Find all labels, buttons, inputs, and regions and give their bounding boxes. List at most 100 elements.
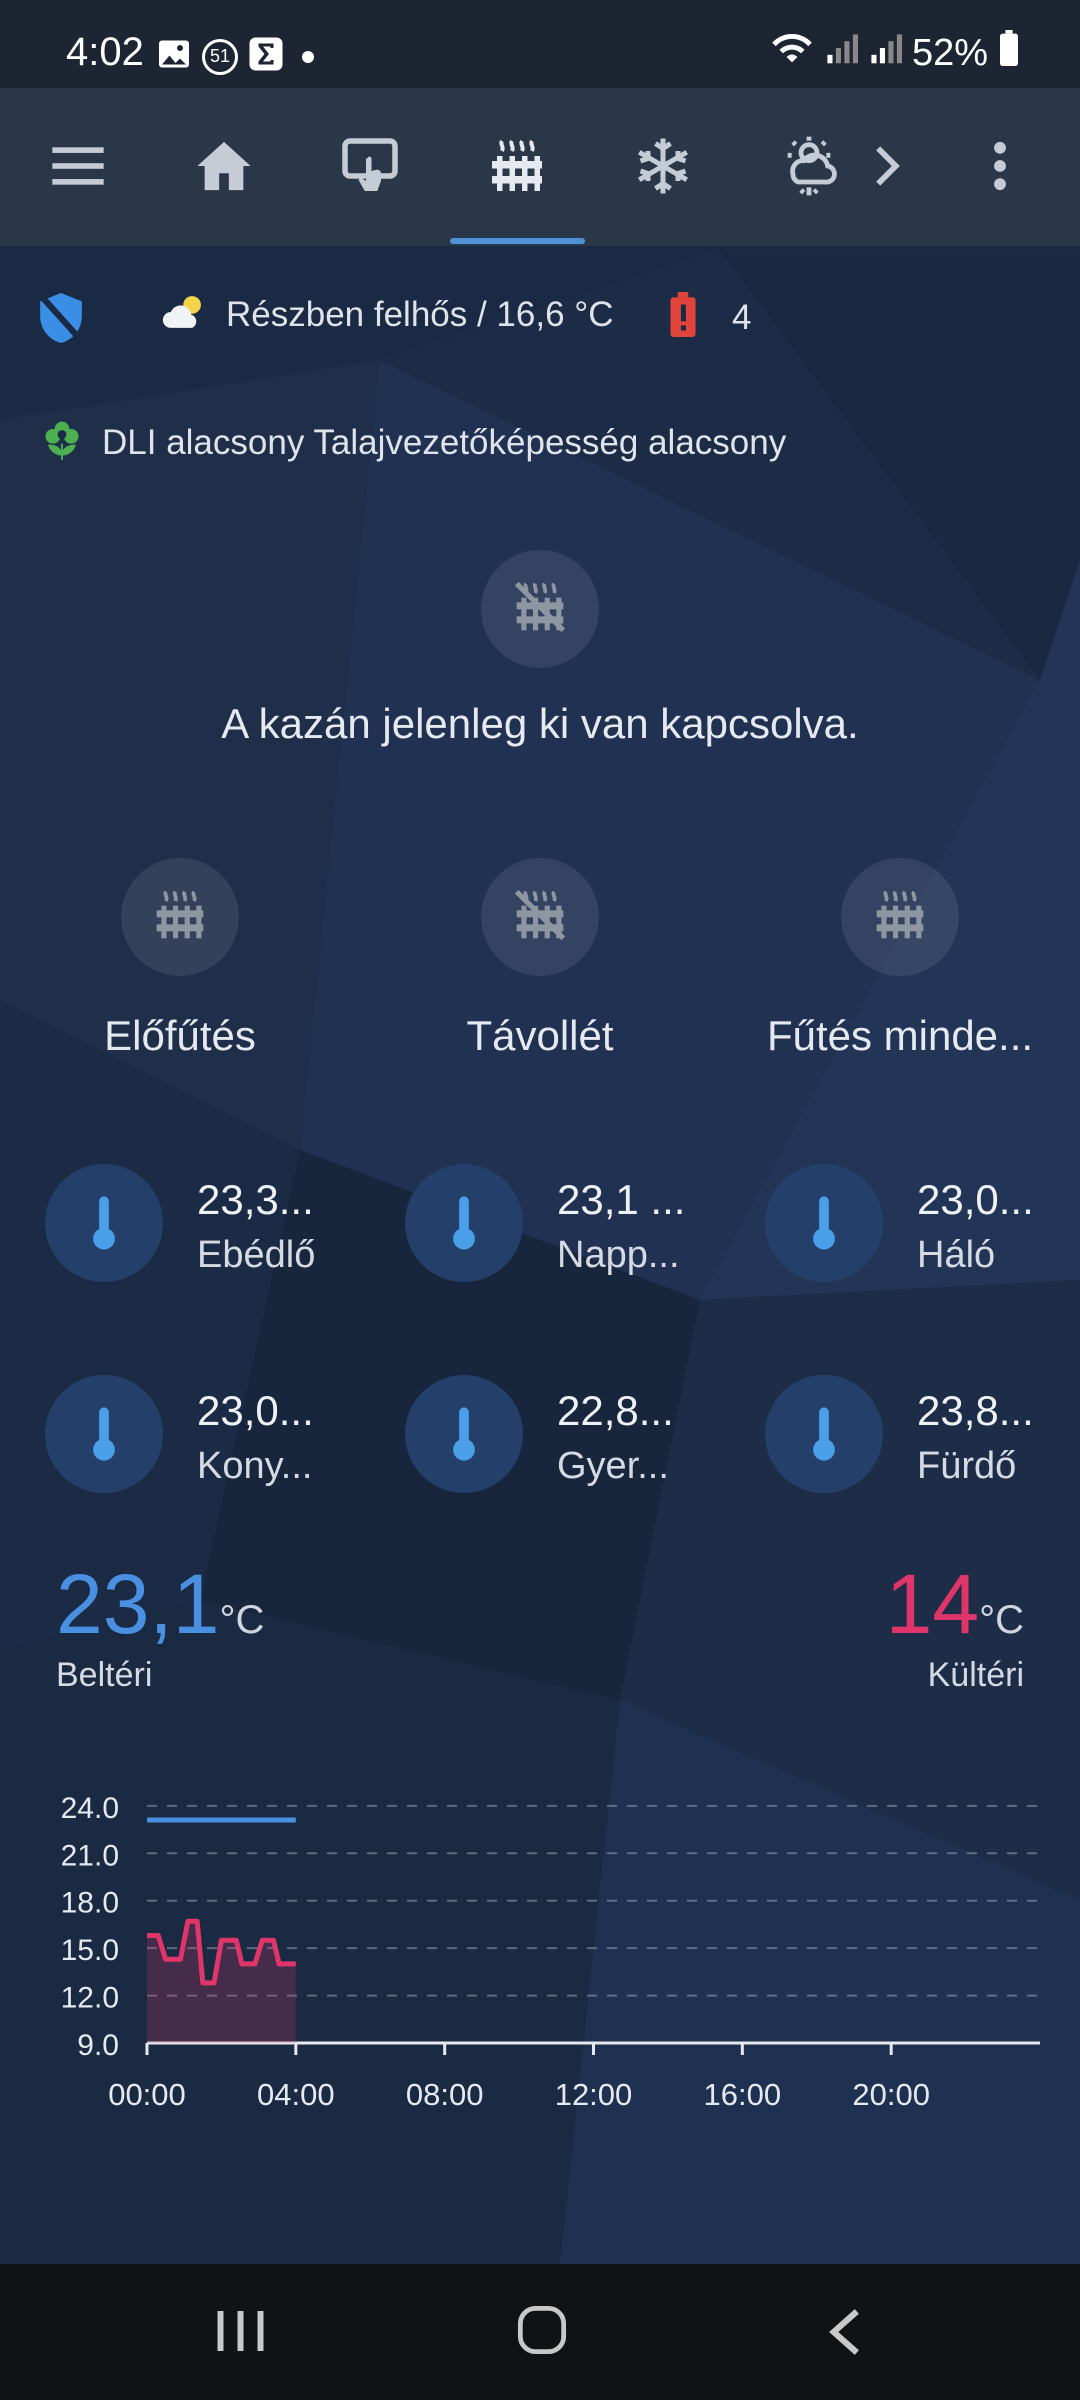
sensor-name: Kony... [197, 1445, 313, 1487]
sensor-tile-kitchen[interactable]: 23,0... Kony... [45, 1375, 385, 1505]
sensor-value: 23,8... [917, 1387, 1034, 1434]
top-navigation [0, 88, 1080, 246]
status-bar: 4:02 51 52% [0, 0, 1080, 88]
status-time: 4:02 [66, 30, 144, 74]
y-tick-label: 12.0 [61, 1982, 119, 2015]
outdoor-temp-unit: °C [979, 1598, 1024, 1642]
battery-icon [998, 30, 1020, 76]
security-badge[interactable] [36, 290, 86, 351]
sensor-name: Háló [917, 1234, 996, 1276]
battery-alert-count: 4 [732, 297, 752, 337]
radiator-icon [487, 136, 547, 201]
sensor-tile-bedroom[interactable]: 23,0... Háló [765, 1164, 1080, 1294]
wifi-icon [770, 30, 814, 76]
x-tick-label: 12:00 [555, 2077, 633, 2112]
battery-alert-icon [668, 292, 698, 343]
outdoor-temperature[interactable]: 14°C Kültéri [886, 1562, 1024, 1695]
battery-alert-badge[interactable]: 4 [668, 292, 751, 343]
shield-off-icon [36, 293, 86, 350]
boiler-message: A kazán jelenleg ki van kapcsolva. [221, 700, 859, 747]
sensor-tile-dining[interactable]: 23,3... Ebédlő [45, 1164, 385, 1294]
thermometer-icon [405, 1164, 523, 1282]
scroll-tabs-button[interactable] [852, 118, 922, 218]
preheat-mode-button[interactable] [121, 858, 239, 976]
x-tick-label: 16:00 [704, 2077, 782, 2112]
tab-touch-screen[interactable] [320, 118, 420, 218]
flower-icon [40, 418, 84, 467]
sensor-name: Napp... [557, 1234, 680, 1276]
indoor-temperature[interactable]: 23,1°C Beltéri [56, 1562, 264, 1695]
radiator-icon [872, 887, 928, 948]
indoor-temp-label: Beltéri [56, 1656, 153, 1694]
x-tick-label: 00:00 [108, 2077, 186, 2112]
outdoor-temp-value: 14 [885, 1557, 980, 1651]
sensor-name: Fürdő [917, 1445, 1017, 1487]
y-tick-label: 24.0 [61, 1792, 119, 1825]
snowflake-icon [633, 136, 693, 201]
sensor-tile-kids[interactable]: 22,8... Gyer... [405, 1375, 745, 1505]
back-button[interactable] [826, 2306, 862, 2363]
plant-status-badge[interactable]: DLI alacsony Talajvezetőképesség alacson… [40, 418, 786, 467]
touch-screen-icon [340, 136, 400, 201]
plant-status-text: DLI alacsony Talajvezetőképesség alacson… [102, 422, 787, 462]
dot-icon [302, 50, 314, 63]
y-tick-label: 9.0 [77, 2029, 119, 2062]
sensor-value: 23,3... [197, 1176, 314, 1223]
active-tab-indicator [450, 238, 585, 244]
thermometer-icon [765, 1164, 883, 1282]
weather-snow-icon [777, 134, 841, 203]
tab-heating[interactable] [467, 118, 567, 218]
indoor-temp-unit: °C [219, 1598, 265, 1642]
x-tick-label: 20:00 [852, 2077, 930, 2112]
weather-text: Részben felhős / 16,6 °C [226, 294, 614, 334]
thermometer-icon [765, 1375, 883, 1493]
home-nav-button[interactable] [516, 2304, 568, 2361]
home-circle-icon [516, 2305, 568, 2360]
tab-cooling[interactable] [613, 118, 713, 218]
recent-apps-button[interactable] [210, 2306, 270, 2361]
tab-weather[interactable] [759, 118, 859, 218]
sigma-app-icon [248, 36, 284, 77]
weather-badge[interactable]: Részben felhős / 16,6 °C [162, 292, 614, 337]
back-chevron-icon [826, 2309, 862, 2362]
thermometer-icon [45, 1164, 163, 1282]
sensor-value: 22,8... [557, 1387, 674, 1434]
x-tick-label: 08:00 [406, 2077, 484, 2112]
y-tick-label: 21.0 [61, 1839, 119, 1872]
sensor-tile-bathroom[interactable]: 23,8... Fürdő [765, 1375, 1080, 1505]
sensor-value: 23,0... [197, 1387, 314, 1434]
sensor-name: Ebédlő [197, 1234, 316, 1276]
battery-percent: 52% [911, 31, 988, 74]
outdoor-temp-label: Kültéri [927, 1656, 1024, 1694]
hamburger-menu-icon [50, 144, 106, 193]
notification-count-icon: 51 [202, 38, 238, 75]
sensor-tile-living[interactable]: 23,1 ... Napp... [405, 1164, 745, 1294]
temperature-history-chart[interactable]: 24.0 21.0 18.0 15.0 12.0 9.0 00:00 04:00 08:00 12… [0, 1760, 1080, 2140]
chevron-right-icon [870, 144, 904, 193]
more-vertical-icon [992, 141, 1008, 196]
signal-icon-2 [868, 30, 902, 76]
mode-label-preheat[interactable]: Előfűtés [10, 1012, 350, 1060]
radiator-off-icon [512, 579, 568, 640]
away-mode-button[interactable] [481, 858, 599, 976]
signal-icon [824, 30, 858, 76]
tab-home[interactable] [174, 118, 274, 218]
mode-label-heat-everywhere[interactable]: Fűtés minde... [730, 1012, 1070, 1060]
radiator-icon [152, 887, 208, 948]
thermometer-icon [45, 1375, 163, 1493]
menu-button[interactable] [28, 118, 128, 218]
heat-everywhere-button[interactable] [841, 858, 959, 976]
overflow-menu-button[interactable] [950, 118, 1050, 218]
gallery-icon [156, 36, 192, 77]
mode-label-away[interactable]: Távollét [370, 1012, 710, 1060]
partly-cloudy-icon [162, 292, 208, 337]
home-icon [195, 139, 253, 198]
sensor-value: 23,1 ... [557, 1176, 686, 1223]
x-tick-label: 04:00 [257, 2077, 335, 2112]
recent-apps-icon [210, 2311, 270, 2360]
system-navigation-bar [0, 2264, 1080, 2400]
y-tick-label: 15.0 [61, 1934, 119, 1967]
sensor-value: 23,0... [917, 1176, 1034, 1223]
boiler-status-button[interactable] [481, 550, 599, 668]
radiator-off-icon [512, 887, 568, 948]
